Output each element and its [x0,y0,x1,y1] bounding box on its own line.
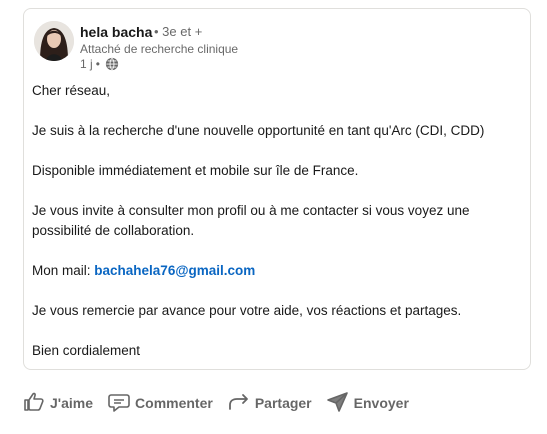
post-greeting: Cher réseau, [32,83,111,98]
avatar[interactable] [34,21,74,61]
share-button[interactable]: Partager [227,386,312,420]
like-label: J'aime [50,395,94,411]
send-icon [326,390,354,417]
post-time: 1 j [80,57,93,71]
comment-icon [107,390,135,417]
comment-label: Commenter [135,395,213,411]
author-name[interactable]: hela bacha [80,24,152,40]
comment-button[interactable]: Commenter [107,386,213,420]
social-actions-bar: J'aime Commenter Partager Envoyer [22,386,423,420]
post-closing: Bien cordialement [32,343,141,358]
mail-link[interactable]: bachahela76@gmail.com [94,263,255,278]
mail-label: Mon mail: [32,263,91,278]
post-paragraph-3: Je vous invite à consulter mon profil ou… [32,203,474,238]
thumbs-up-icon [22,390,50,417]
share-arrow-icon [227,390,255,417]
globe-icon [105,57,119,71]
post-mail-line: Mon mail: bachahela76@gmail.com [32,261,522,281]
page: hela bacha • 3e et + Attaché de recherch… [0,0,547,434]
connection-degree: • 3e et + [154,24,203,39]
send-label: Envoyer [353,395,409,411]
send-button[interactable]: Envoyer [326,386,409,420]
post-paragraph-1: Je suis à la recherche d'une nouvelle op… [32,123,485,138]
post-body: Cher réseau, Je suis à la recherche d'un… [32,81,522,381]
post-paragraph-2: Disponible immédiatement et mobile sur î… [32,163,359,178]
post-paragraph-4: Je vous remercie par avance pour votre a… [32,303,462,318]
like-button[interactable]: J'aime [22,386,93,420]
post-card: hela bacha • 3e et + Attaché de recherch… [23,8,531,370]
share-label: Partager [254,395,312,411]
author-headline: Attaché de recherche clinique [80,42,239,56]
meta-separator: • [95,57,100,71]
post-meta: 1 j • [80,57,119,71]
post-header: hela bacha • 3e et + Attaché de recherch… [24,9,530,79]
